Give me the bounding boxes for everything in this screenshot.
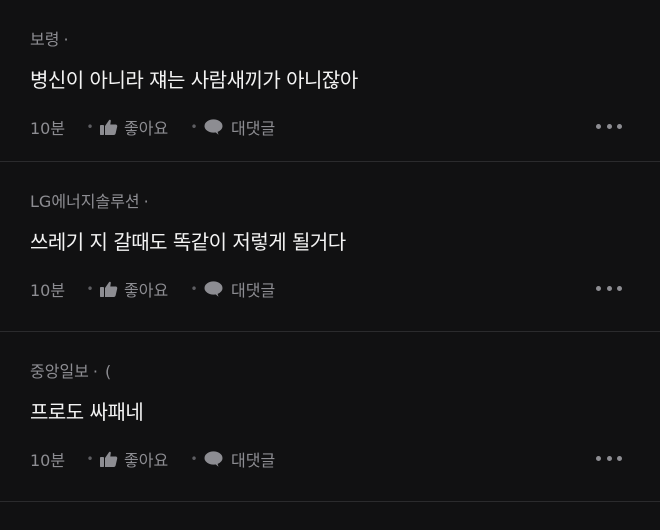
action-separator: •: [190, 282, 198, 296]
comment-time: 10분: [30, 451, 66, 470]
comment-text: 프로도 싸패네: [30, 400, 144, 424]
more-options-button[interactable]: [596, 124, 622, 130]
speech-bubble-icon: [204, 119, 223, 135]
reply-button[interactable]: 대댓글: [204, 115, 275, 139]
meta-tail: (: [104, 362, 112, 381]
comment-text: 쓰레기 지 갈때도 똑같이 저렇게 될거다: [30, 230, 346, 254]
like-button[interactable]: 좋아요: [100, 115, 184, 139]
reply-button[interactable]: 대댓글: [204, 447, 275, 471]
more-horizontal-icon: [596, 124, 601, 129]
comment-time: 10분: [30, 119, 66, 138]
more-dot: [606, 456, 612, 461]
more-options-button[interactable]: [596, 456, 622, 462]
like-label: 좋아요: [124, 119, 169, 138]
comment-meta: LG에너지솔루션 ·: [30, 188, 153, 212]
meta-separator: ·: [92, 362, 98, 381]
speech-bubble-icon: [204, 451, 223, 467]
comment-item: LG에너지솔루션 · 쓰레기 지 갈때도 똑같이 저렇게 될거다 10분 • 좋아…: [0, 162, 660, 332]
thumbs-up-icon: [100, 451, 118, 467]
action-separator: •: [86, 282, 94, 296]
thumbs-up-icon: [100, 281, 118, 297]
action-separator: •: [190, 120, 198, 134]
more-dot: [617, 286, 622, 291]
comment-time: 10분: [30, 281, 66, 300]
thumbs-up-icon: [100, 119, 118, 135]
like-label: 좋아요: [124, 451, 169, 470]
reply-label: 대댓글: [231, 281, 276, 300]
like-label: 좋아요: [124, 281, 169, 300]
comment-text: 병신이 아니라 쟤는 사람새끼가 아니잖아: [30, 68, 358, 92]
like-button[interactable]: 좋아요: [100, 277, 184, 301]
speech-bubble-icon: [204, 281, 223, 297]
reply-label: 대댓글: [231, 451, 276, 470]
more-options-button[interactable]: [596, 286, 622, 292]
comment-meta: 중앙일보 · (: [30, 358, 111, 382]
comment-author[interactable]: LG에너지솔루션: [30, 192, 140, 211]
comment-meta: 보령 ·: [30, 26, 73, 50]
reply-label: 대댓글: [231, 119, 276, 138]
more-dot: [617, 124, 622, 129]
comment-actions: 10분 • 좋아요 • 대댓글: [30, 116, 275, 138]
like-button[interactable]: 좋아요: [100, 447, 184, 471]
more-horizontal-icon: [596, 456, 601, 461]
comment-author[interactable]: 보령: [30, 30, 59, 49]
meta-separator: ·: [63, 30, 69, 49]
comment-list: 보령 · 병신이 아니라 쟤는 사람새끼가 아니잖아 10분 • 좋아요 • 대댓…: [0, 0, 660, 502]
action-separator: •: [86, 452, 94, 466]
comment-actions: 10분 • 좋아요 • 대댓글: [30, 448, 275, 470]
more-dot: [606, 286, 612, 291]
comment-actions: 10분 • 좋아요 • 대댓글: [30, 278, 275, 300]
more-dot: [606, 124, 612, 129]
action-separator: •: [190, 452, 198, 466]
comment-item: 중앙일보 · ( 프로도 싸패네 10분 • 좋아요 • 대댓글: [0, 332, 660, 502]
meta-separator: ·: [143, 192, 149, 211]
comment-item: 보령 · 병신이 아니라 쟤는 사람새끼가 아니잖아 10분 • 좋아요 • 대댓…: [0, 0, 660, 162]
comment-author[interactable]: 중앙일보: [30, 362, 89, 381]
action-separator: •: [86, 120, 94, 134]
more-horizontal-icon: [596, 286, 601, 291]
reply-button[interactable]: 대댓글: [204, 277, 275, 301]
more-dot: [617, 456, 622, 461]
